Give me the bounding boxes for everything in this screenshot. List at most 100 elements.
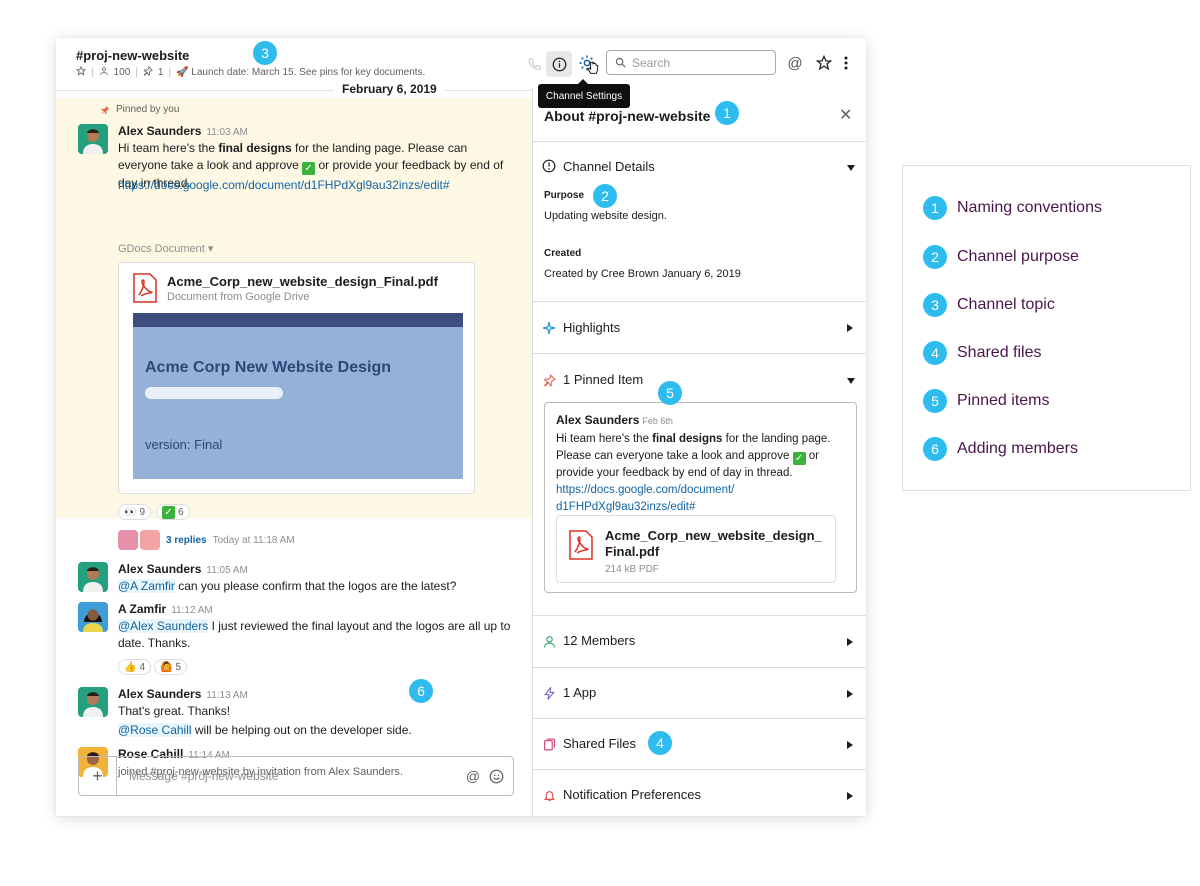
- pinned-file-name[interactable]: Acme_Corp_new_website_design_ Final.pdf: [605, 528, 825, 560]
- search-placeholder: Search: [632, 55, 671, 70]
- search-icon: [615, 57, 626, 68]
- message-text: @Rose Cahill will be helping out on the …: [118, 723, 412, 737]
- slack-window: #proj-new-website | 100 | 1 | 🚀 Launch d…: [56, 38, 866, 816]
- callout-badge-4: 4: [648, 731, 672, 755]
- file-preview[interactable]: Acme Corp New Website Design version: Fi…: [133, 313, 463, 479]
- file-name[interactable]: Acme_Corp_new_website_design_Final.pdf: [167, 274, 438, 289]
- section-title[interactable]: Highlights: [563, 320, 620, 335]
- callout-badge-3: 3: [253, 41, 277, 65]
- message-text: @A Zamfir can you please confirm that th…: [118, 579, 457, 593]
- phone-icon[interactable]: [523, 52, 545, 74]
- section-title[interactable]: 1 App: [563, 685, 596, 700]
- message-author[interactable]: A Zamfir 11:12 AM: [118, 602, 213, 616]
- message-time[interactable]: 11:13 AM: [206, 690, 248, 701]
- thread-summary[interactable]: 3 replies Today at 11:18 AM: [118, 530, 295, 550]
- message-time[interactable]: 11:03 AM: [206, 127, 248, 138]
- created-label: Created: [544, 248, 582, 259]
- file-attachment[interactable]: Acme_Corp_new_website_design_Final.pdf D…: [118, 262, 475, 494]
- section-highlights[interactable]: Highlights: [533, 302, 866, 354]
- checkmark-emoji-icon: ✓: [792, 452, 806, 465]
- channel-settings-button[interactable]: [575, 51, 599, 75]
- message-time[interactable]: 11:05 AM: [206, 565, 248, 576]
- channel-topic[interactable]: 🚀 Launch date: March 15. See pins for ke…: [176, 67, 425, 78]
- chevron-down-icon[interactable]: [847, 165, 855, 171]
- chevron-right-icon[interactable]: [847, 690, 853, 698]
- pinned-message-card[interactable]: Alex Saunders Feb 6th Hi team here's the …: [544, 402, 857, 593]
- legend-item: 4 Shared files: [923, 341, 1042, 365]
- section-shared-files[interactable]: Shared Files: [533, 719, 866, 770]
- pin-author[interactable]: Alex Saunders Feb 6th: [556, 413, 673, 427]
- pin-icon: [101, 105, 110, 114]
- preview-title: Acme Corp New Website Design: [145, 359, 391, 376]
- section-title[interactable]: 1 Pinned Item: [563, 372, 643, 387]
- legend-panel: 1 Naming conventions 2 Channel purpose 3 Ch…: [902, 165, 1191, 491]
- pinned-file[interactable]: Acme_Corp_new_website_design_ Final.pdf 2…: [556, 515, 836, 583]
- reaction-check[interactable]: ✓ 6: [156, 504, 190, 520]
- reply-avatar: [118, 530, 138, 550]
- preview-version: version: Final: [145, 437, 223, 452]
- pins-count[interactable]: 1: [158, 67, 164, 78]
- chevron-right-icon[interactable]: [847, 324, 853, 332]
- avatar[interactable]: [78, 562, 108, 592]
- chevron-down-icon[interactable]: [847, 378, 855, 384]
- search-input[interactable]: Search: [606, 50, 776, 75]
- section-title[interactable]: Notification Preferences: [563, 787, 701, 802]
- file-source: Document from Google Drive: [167, 291, 310, 303]
- section-members[interactable]: 12 Members: [533, 616, 866, 668]
- reaction-eyes[interactable]: 👀 9: [118, 504, 152, 520]
- lightning-icon: [541, 685, 557, 701]
- mention-icon[interactable]: @: [464, 767, 482, 785]
- message-author[interactable]: Alex Saunders 11:05 AM: [118, 562, 248, 576]
- channel-details-button[interactable]: [546, 51, 572, 77]
- avatar[interactable]: [78, 124, 108, 154]
- avatar[interactable]: [78, 602, 108, 632]
- emoji-icon[interactable]: [487, 767, 505, 785]
- eyes-emoji-icon: 👀: [124, 506, 137, 518]
- reaction-thumbs-up[interactable]: 👍 4: [118, 659, 152, 675]
- replies-link[interactable]: 3 replies: [166, 535, 207, 546]
- info-icon: [552, 57, 566, 71]
- avatar[interactable]: [78, 687, 108, 717]
- panel-title: About #proj-new-website: [544, 108, 711, 124]
- star-channel-icon[interactable]: [813, 52, 835, 74]
- message-author[interactable]: Alex Saunders 11:13 AM: [118, 687, 248, 701]
- reaction-person[interactable]: 🙆 5: [154, 659, 188, 675]
- pinned-by-label: Pinned by you: [100, 104, 179, 115]
- channel-meta: | 100 | 1 | 🚀 Launch date: March 15. See…: [75, 65, 425, 79]
- section-notifications[interactable]: Notification Preferences: [533, 770, 866, 816]
- add-attachment-button[interactable]: +: [79, 757, 117, 795]
- user-mention[interactable]: @A Zamfir: [118, 579, 175, 593]
- purpose-value[interactable]: Updating website design.: [544, 210, 667, 222]
- section-title[interactable]: Channel Details: [563, 159, 655, 174]
- message-time[interactable]: 11:12 AM: [171, 605, 213, 616]
- user-mention[interactable]: @Alex Saunders: [118, 619, 209, 633]
- star-icon[interactable]: [75, 65, 87, 79]
- document-link[interactable]: https://docs.google.com/document/d1FHPdX…: [118, 177, 450, 194]
- message-list: Pinned by you Alex Saunders 11:03 AM Hi t…: [56, 98, 532, 778]
- message-author[interactable]: Alex Saunders 11:03 AM: [118, 124, 248, 138]
- callout-badge-6: 6: [409, 679, 433, 703]
- files-icon: [541, 736, 557, 752]
- thumbs-up-emoji-icon: 👍: [124, 661, 137, 673]
- channel-settings-tooltip: Channel Settings: [538, 79, 630, 108]
- pin-link[interactable]: https://docs.google.com/document/: [556, 484, 734, 496]
- pin-icon: [541, 372, 557, 388]
- chevron-right-icon[interactable]: [847, 741, 853, 749]
- section-title[interactable]: 12 Members: [563, 633, 635, 648]
- section-title[interactable]: Shared Files: [563, 736, 636, 751]
- message-composer[interactable]: + Message #proj-new-website @: [78, 756, 514, 796]
- close-icon[interactable]: ✕: [839, 105, 852, 125]
- user-mention[interactable]: @Rose Cahill: [118, 723, 192, 737]
- pdf-icon: [133, 273, 157, 303]
- chevron-right-icon[interactable]: [847, 792, 853, 800]
- chevron-right-icon[interactable]: [847, 638, 853, 646]
- section-apps[interactable]: 1 App: [533, 668, 866, 719]
- members-count[interactable]: 100: [114, 67, 131, 78]
- more-actions-icon[interactable]: [838, 52, 854, 74]
- channel-name[interactable]: #proj-new-website: [76, 48, 189, 63]
- reply-avatar: [140, 530, 160, 550]
- pin-link[interactable]: d1FHPdXgl9au32inzs/edit#: [556, 501, 695, 513]
- mentions-icon[interactable]: @: [784, 52, 806, 74]
- gdocs-label[interactable]: GDocs Document ▾: [118, 242, 213, 255]
- pin-text: Hi team here's the final designs for the…: [556, 433, 831, 513]
